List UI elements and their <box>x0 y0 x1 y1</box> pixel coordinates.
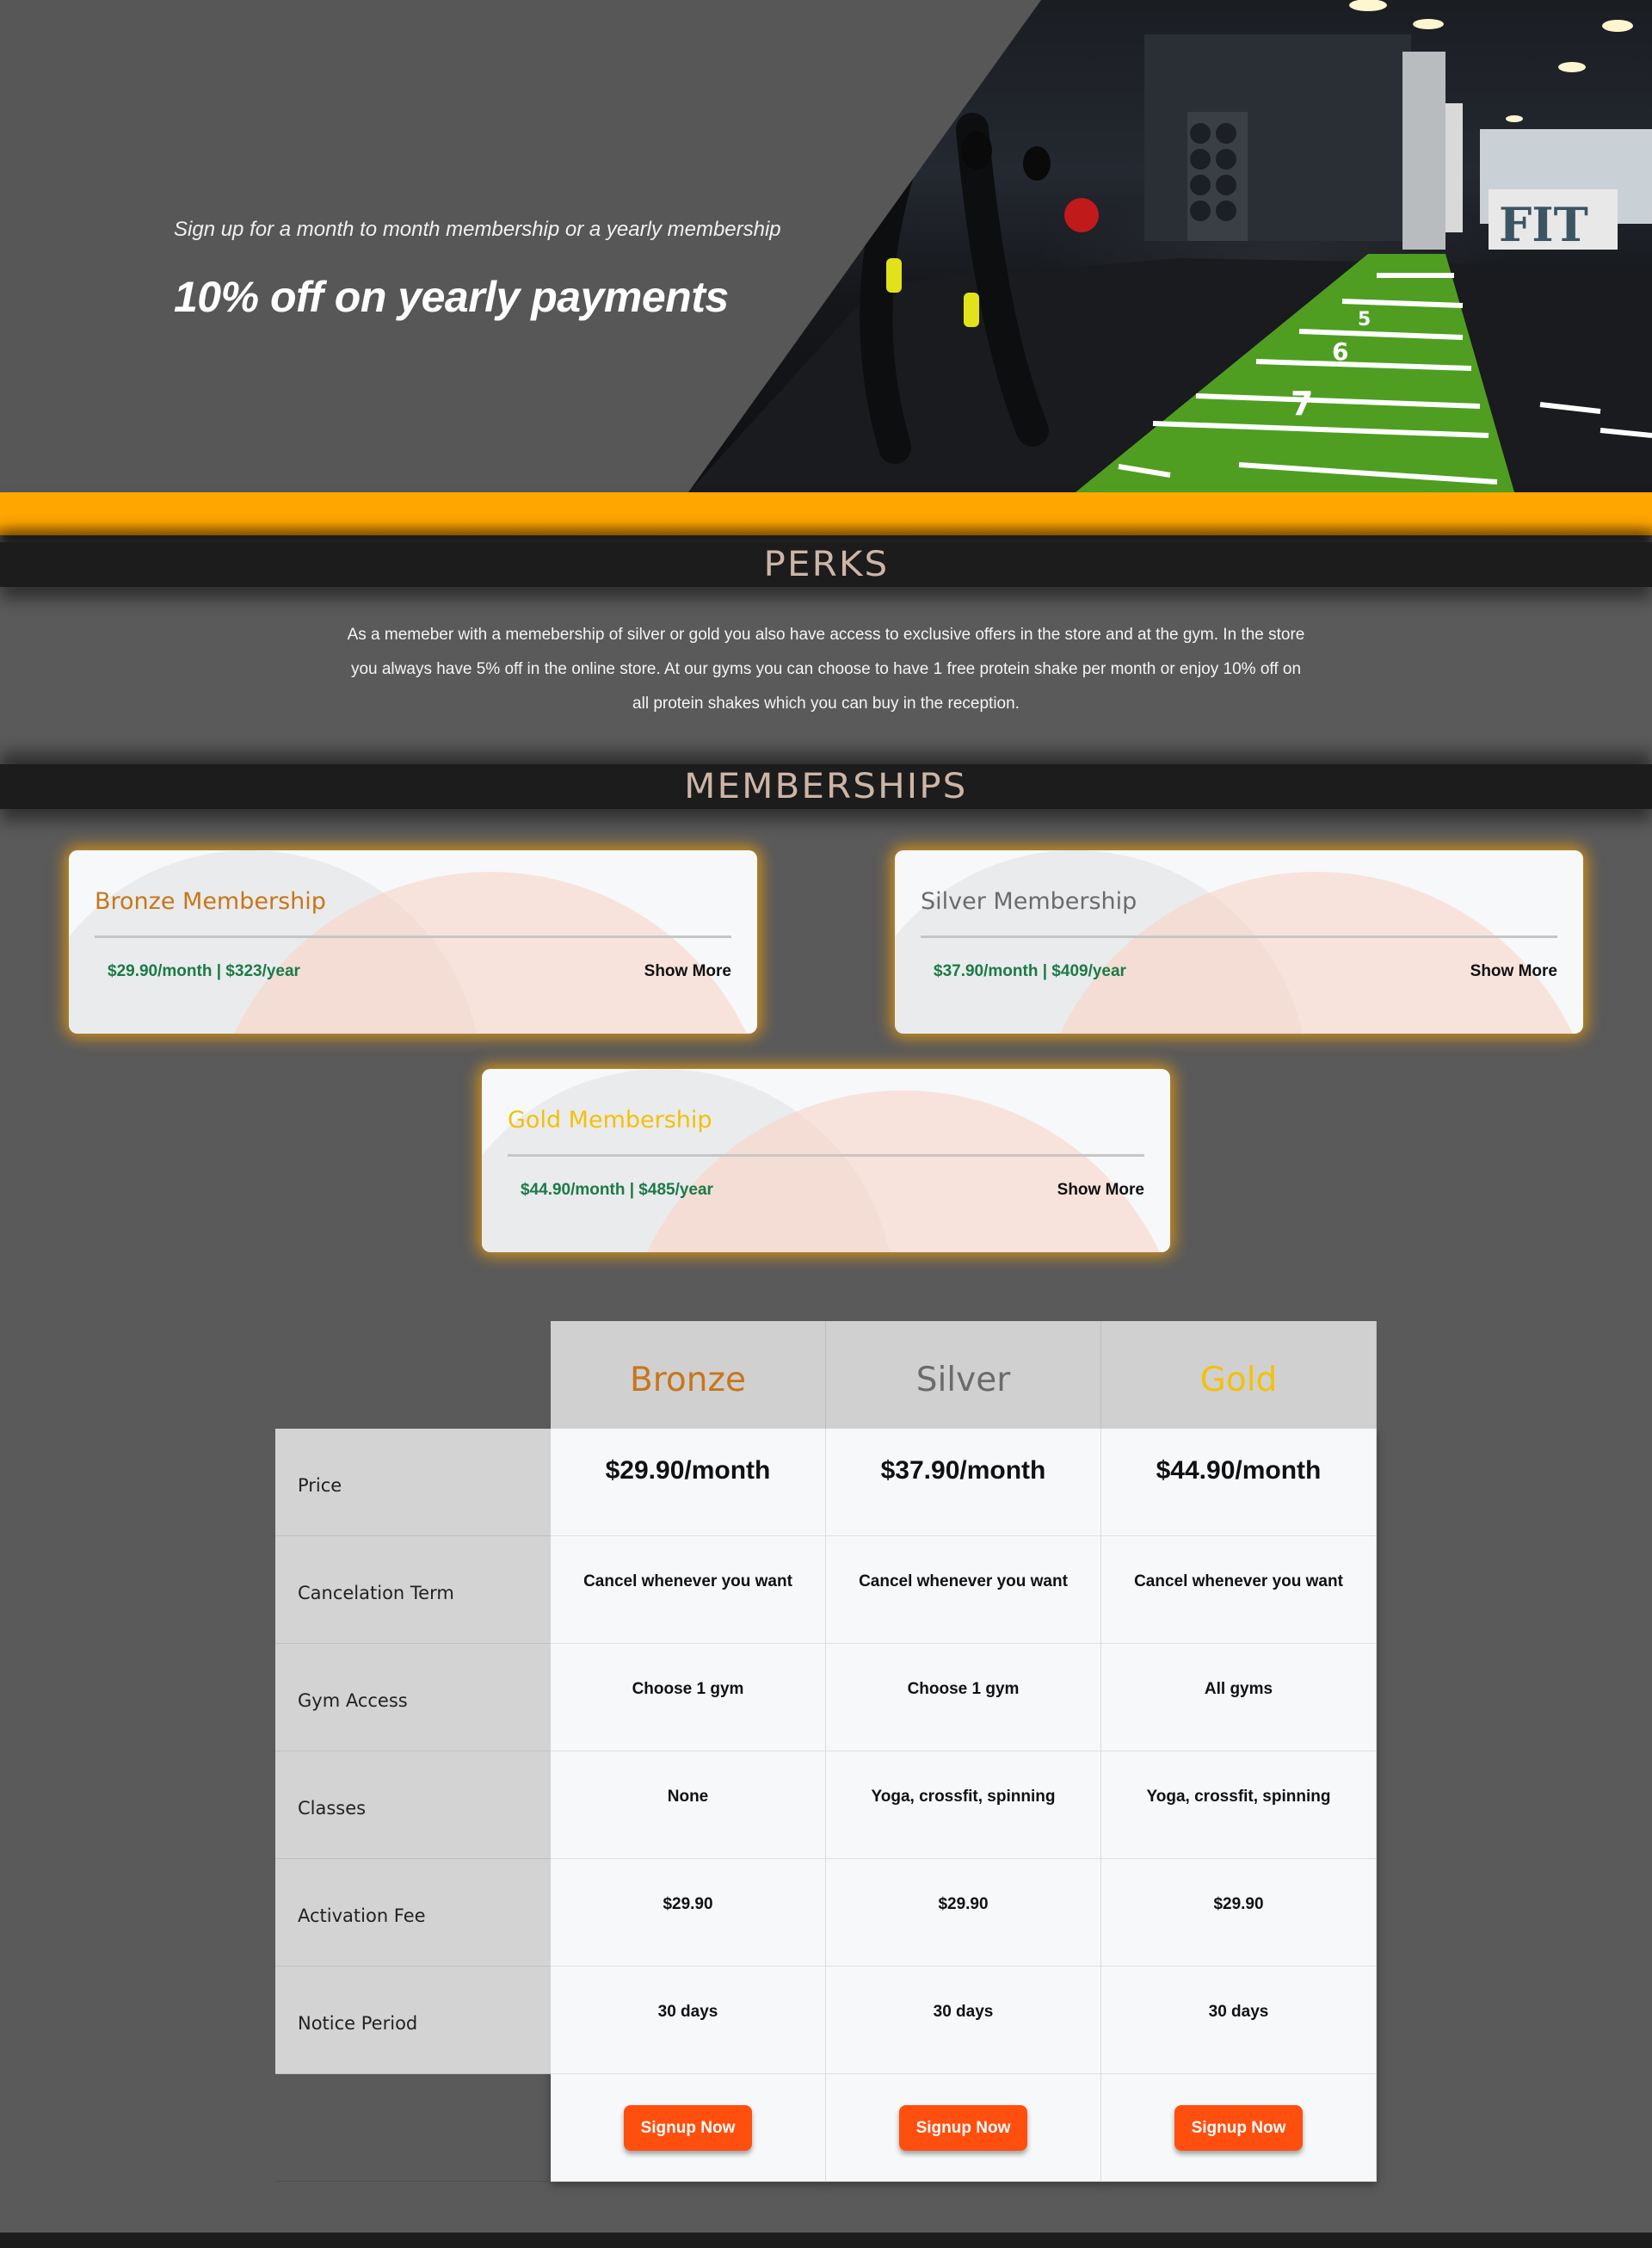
row-label-price: Price <box>275 1429 551 1536</box>
table-cell: $29.90/month <box>551 1429 826 1536</box>
table-cell: 30 days <box>826 1967 1101 2074</box>
card-divider <box>921 936 1557 938</box>
hero-banner: FIT 7 6 5 Sign up for a month to month m… <box>0 0 1652 492</box>
show-more-button[interactable]: Show More <box>644 962 731 981</box>
membership-card-title: Silver Membership <box>921 888 1137 915</box>
membership-card-title: Gold Membership <box>508 1107 712 1133</box>
track-number: 7 <box>1291 385 1313 423</box>
memberships-header: MEMBERSHIPS <box>0 764 1652 809</box>
row-label-gym-access: Gym Access <box>275 1644 551 1751</box>
perks-description: As a memeber with a memebership of silve… <box>347 626 1305 713</box>
memberships-heading: MEMBERSHIPS <box>684 767 968 806</box>
footer-bar <box>0 2233 1652 2248</box>
table-cell: $44.90/month <box>1101 1429 1377 1536</box>
row-label-activation-fee: Activation Fee <box>275 1859 551 1967</box>
signup-button-silver[interactable]: Signup Now <box>898 2105 1028 2151</box>
column-header-label: Silver <box>915 1361 1011 1399</box>
membership-card-gold[interactable]: Gold Membership $44.90/month | $485/year… <box>482 1069 1170 1252</box>
hero-headline: 10% off on yearly payments <box>174 273 729 321</box>
table-cell: $37.90/month <box>826 1429 1101 1536</box>
table-cell: Yoga, crossfit, spinning <box>826 1751 1101 1859</box>
accent-band <box>0 492 1652 535</box>
table-cell: 30 days <box>1101 1967 1377 2074</box>
fit-sign-text: FIT <box>1499 197 1588 252</box>
table-cell-action: Signup Now <box>1101 2074 1377 2182</box>
table-cell: $29.90 <box>551 1859 826 1967</box>
row-label-cancelation-term: Cancelation Term <box>275 1536 551 1644</box>
gym-photo: FIT 7 6 5 <box>688 0 1652 492</box>
table-cell: Cancel whenever you want <box>551 1536 826 1644</box>
row-label-classes: Classes <box>275 1751 551 1859</box>
signup-button-gold[interactable]: Signup Now <box>1174 2105 1304 2151</box>
membership-card-silver[interactable]: Silver Membership $37.90/month | $409/ye… <box>895 850 1583 1034</box>
table-cell: $29.90 <box>1101 1859 1377 1967</box>
membership-card-bronze[interactable]: Bronze Membership $29.90/month | $323/ye… <box>69 850 757 1034</box>
column-header-silver: Silver <box>826 1321 1101 1429</box>
table-cell: Choose 1 gym <box>826 1644 1101 1751</box>
column-header-label: Bronze <box>630 1361 746 1399</box>
table-cell: $29.90 <box>826 1859 1101 1967</box>
row-label-notice-period: Notice Period <box>275 1967 551 2074</box>
show-more-button[interactable]: Show More <box>1057 1181 1144 1200</box>
table-cell-action: Signup Now <box>551 2074 826 2182</box>
membership-card-price: $29.90/month | $323/year <box>108 962 300 980</box>
track-number: 5 <box>1358 309 1371 330</box>
perks-heading: PERKS <box>763 545 889 584</box>
membership-card-title: Bronze Membership <box>95 888 326 915</box>
track-number: 6 <box>1332 337 1348 366</box>
card-divider <box>95 936 731 938</box>
column-header-bronze: Bronze <box>551 1321 826 1429</box>
table-baseline <box>275 2181 551 2182</box>
table-cell: Cancel whenever you want <box>1101 1536 1377 1644</box>
table-cell: Yoga, crossfit, spinning <box>1101 1751 1377 1859</box>
membership-card-price: $44.90/month | $485/year <box>521 1181 713 1199</box>
table-cell: Cancel whenever you want <box>826 1536 1101 1644</box>
membership-card-price: $37.90/month | $409/year <box>934 962 1126 980</box>
column-header-label: Gold <box>1199 1361 1278 1399</box>
signup-button-bronze[interactable]: Signup Now <box>623 2105 753 2151</box>
table-cell: 30 days <box>551 1967 826 2074</box>
table-cell: Choose 1 gym <box>551 1644 826 1751</box>
table-cell-action: Signup Now <box>826 2074 1101 2182</box>
hero-subtitle: Sign up for a month to month membership … <box>174 218 781 241</box>
table-cell: None <box>551 1751 826 1859</box>
show-more-button[interactable]: Show More <box>1470 962 1557 981</box>
perks-header: PERKS <box>0 542 1652 587</box>
column-header-gold: Gold <box>1101 1321 1377 1429</box>
table-cell: All gyms <box>1101 1644 1377 1751</box>
card-divider <box>508 1154 1144 1157</box>
